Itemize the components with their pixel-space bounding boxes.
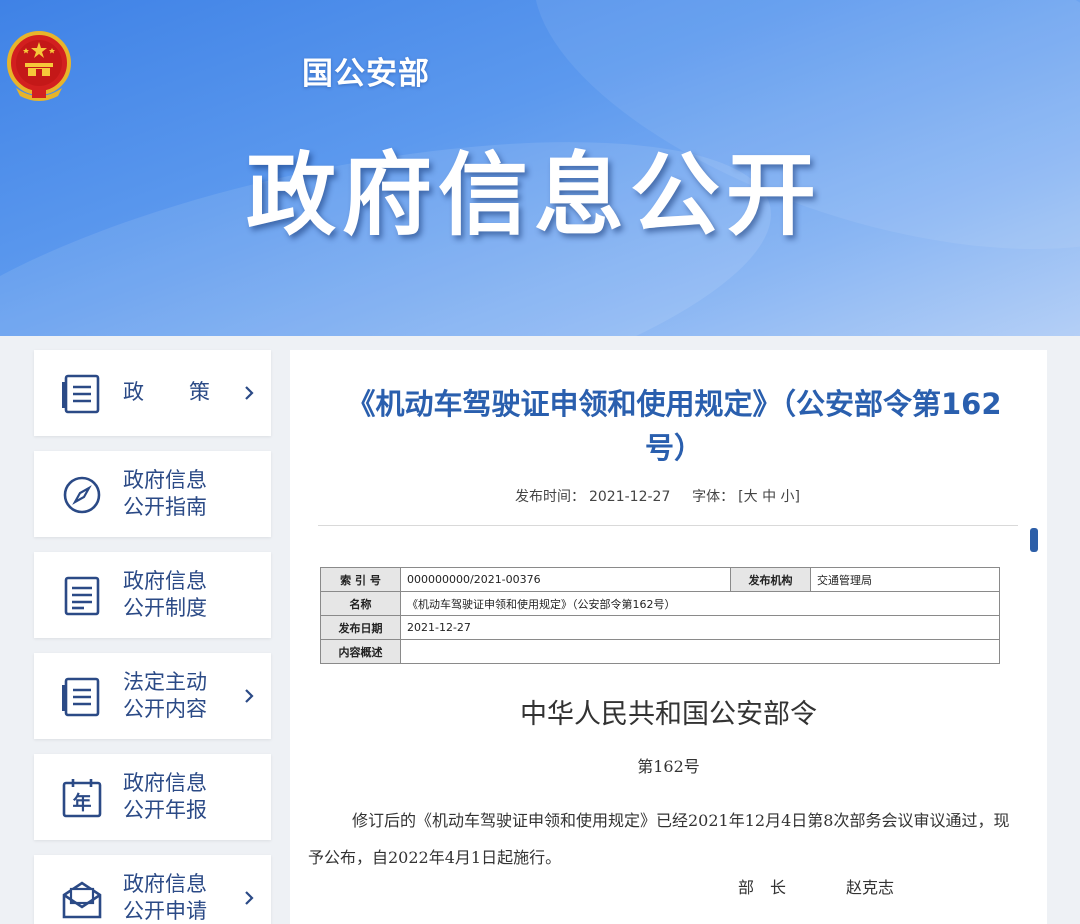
article-meta: 发布时间： 2021-12-27 字体： [大 中 小] [290, 486, 1025, 506]
sidebar-item-statutory-content[interactable]: 法定主动 公开内容 [34, 653, 271, 739]
publish-label: 发布时间： [514, 489, 585, 505]
article-panel: 《机动车驾驶证申领和使用规定》（公安部令第162 号） 发布时间： 2021-12… [290, 350, 1047, 924]
scrollbar-thumb[interactable] [1030, 528, 1038, 552]
summary-label: 内容概述 [320, 639, 401, 664]
name-label: 名称 [320, 591, 401, 616]
sidebar-item-label: 政府信息 公开指南 [123, 468, 207, 519]
summary-value [400, 639, 1000, 664]
document-list-icon [62, 677, 100, 717]
org-value: 交通管理局 [810, 567, 1000, 592]
font-size-label: 字体： [692, 489, 735, 505]
document-info-table: 索 引 号 000000000/2021-00376 发布机构 交通管理局 名称… [320, 567, 1000, 664]
index-label: 索 引 号 [320, 567, 401, 592]
year-glyph: 年 [72, 791, 91, 814]
sidebar-item-guide[interactable]: 政府信息 公开指南 [34, 451, 271, 537]
compass-icon [63, 476, 101, 514]
sidebar-item-policy[interactable]: 政策 [34, 350, 271, 436]
date-value: 2021-12-27 [400, 615, 1000, 640]
signature-title: 部 长 [738, 878, 787, 897]
chevron-right-icon [245, 386, 254, 400]
list-icon [64, 576, 100, 616]
banner-title: 政府信息公开 [246, 143, 822, 248]
table-row: 名称 《机动车驾驶证申领和使用规定》（公安部令第162号） [320, 591, 1000, 616]
table-row: 索 引 号 000000000/2021-00376 发布机构 交通管理局 [320, 567, 1000, 592]
national-emblem-icon [7, 31, 71, 101]
sidebar-item-label: 政府信息 公开申请 [123, 872, 207, 923]
sidebar-nav: 政策 政府信息 公开指南 政府信息 公开制度 法定主动 公开内容 年 政府信息 … [34, 350, 271, 924]
ministry-name: 国公安部 [302, 56, 430, 92]
signature-name: 赵克志 [846, 878, 895, 897]
sidebar-item-system[interactable]: 政府信息 公开制度 [34, 552, 271, 638]
document-list-icon [62, 374, 100, 414]
sidebar-item-label: 政府信息 公开年报 [123, 771, 207, 822]
publish-date: 2021-12-27 [588, 489, 671, 505]
sidebar-item-label: 政府信息 公开制度 [123, 569, 207, 620]
sidebar-item-label: 政策 [123, 380, 210, 404]
envelope-icon [62, 881, 102, 919]
divider [318, 525, 1018, 526]
sidebar-item-application[interactable]: 政府信息 公开申请 [34, 855, 271, 924]
sidebar-item-annual-report[interactable]: 年 政府信息 公开年报 [34, 754, 271, 840]
index-value: 000000000/2021-00376 [400, 567, 731, 592]
table-row: 发布日期 2021-12-27 [320, 615, 1000, 640]
name-value: 《机动车驾驶证申领和使用规定》（公安部令第162号） [400, 591, 1000, 616]
sidebar-item-label: 法定主动 公开内容 [123, 670, 207, 721]
chevron-right-icon [245, 891, 254, 905]
order-heading: 中华人民共和国公安部令 [520, 699, 817, 730]
header-banner: 国公安部 政府信息公开 [0, 0, 1080, 336]
date-label: 发布日期 [320, 615, 401, 640]
chevron-right-icon [245, 689, 254, 703]
order-number: 第162号 [637, 757, 700, 776]
article-body: 修订后的《机动车驾驶证申领和使用规定》已经2021年12月4日第8次部务会议审议… [308, 811, 1010, 867]
table-row: 内容概述 [320, 639, 1000, 664]
org-label: 发布机构 [730, 567, 811, 592]
font-size-switcher[interactable]: [大 中 小] [738, 489, 800, 505]
article-title: 《机动车驾驶证申领和使用规定》（公安部令第162 号） [346, 387, 1002, 465]
calendar-year-icon: 年 [62, 779, 102, 818]
